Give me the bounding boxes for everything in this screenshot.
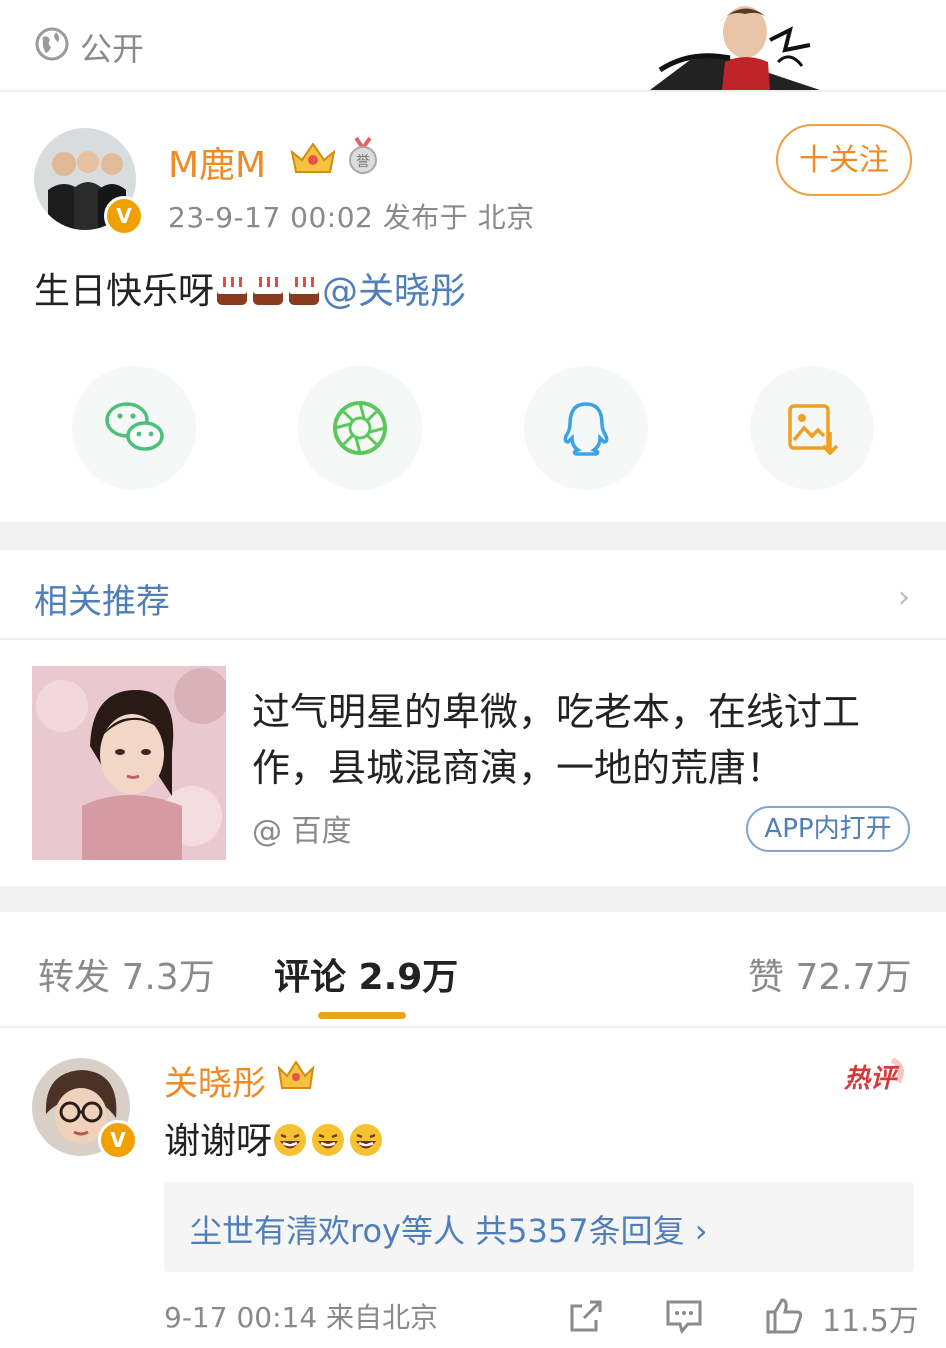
active-tab-indicator (318, 1012, 406, 1019)
related-source: @ 百度 (252, 814, 352, 849)
comment-icon[interactable] (664, 1296, 704, 1336)
commenter-name[interactable]: 关晓彤 (164, 1056, 266, 1105)
laughing-emoji-icon (312, 1124, 345, 1156)
tab-repost[interactable]: 转发 7.3万 (38, 948, 215, 1000)
mention-link[interactable]: @关晓彤 (322, 271, 466, 312)
follow-button[interactable]: 十关注 (776, 124, 912, 196)
visibility-label: 公开 (80, 30, 145, 68)
author-name[interactable]: M鹿M (168, 136, 266, 188)
tab-comment[interactable]: 评论 2.9万 (274, 948, 458, 1000)
reply-summary-link[interactable]: 尘世有清欢roy等人 共5357条回复 › (190, 1206, 708, 1252)
save-image-button[interactable] (750, 366, 874, 490)
post-text: 生日快乐呀 (34, 271, 215, 312)
share-icon[interactable] (566, 1296, 606, 1336)
laughing-emoji-icon (350, 1124, 383, 1156)
post-meta: 23-9-17 00:02 发布于 北京 (168, 201, 535, 234)
verified-badge: V (104, 196, 144, 236)
share-wechat-button[interactable] (72, 366, 196, 490)
share-qq-button[interactable] (524, 366, 648, 490)
open-in-app-button[interactable]: APP内打开 (746, 806, 910, 852)
wechat-icon (105, 402, 164, 451)
qq-icon (563, 402, 609, 456)
section-divider (0, 522, 946, 550)
tab-like[interactable]: 赞 72.7万 (748, 948, 912, 1000)
verified-badge: V (98, 1120, 138, 1160)
moments-icon (333, 401, 387, 455)
cake-icon (217, 277, 248, 305)
divider (0, 1026, 946, 1028)
crown-icon (277, 1060, 315, 1089)
hot-comment-label: 热评 (844, 1064, 897, 1094)
divider (0, 638, 946, 640)
like-count: 11.5万 (822, 1304, 919, 1339)
related-thumbnail[interactable] (32, 666, 226, 860)
comment-body: 谢谢呀 (164, 1112, 386, 1164)
cake-icon (289, 277, 320, 305)
comment-text: 谢谢呀 (164, 1121, 273, 1162)
svg-text:誉: 誉 (356, 154, 370, 170)
comment-meta: 9-17 00:14 来自北京 (164, 1301, 439, 1334)
medal-icon: 誉 (349, 136, 377, 174)
related-title: 相关推荐 (34, 582, 170, 622)
save-image-icon (788, 404, 839, 456)
laughing-emoji-icon (274, 1124, 307, 1156)
chevron-right-icon[interactable]: › (898, 580, 910, 615)
cake-icon (253, 277, 284, 305)
hot-comment-badge: 热评 (842, 1058, 908, 1094)
crown-icon (290, 142, 336, 173)
promo-banner-image[interactable] (650, 0, 820, 90)
related-headline[interactable]: 过气明星的卑微，吃老本，在线讨工作，县城混商演，一地的荒唐！ (252, 684, 912, 796)
post-body: 生日快乐呀 @关晓彤 (34, 262, 466, 314)
globe-icon (35, 27, 69, 61)
thumbs-up-icon[interactable] (764, 1296, 804, 1336)
share-moments-button[interactable] (298, 366, 422, 490)
section-divider (0, 886, 946, 912)
